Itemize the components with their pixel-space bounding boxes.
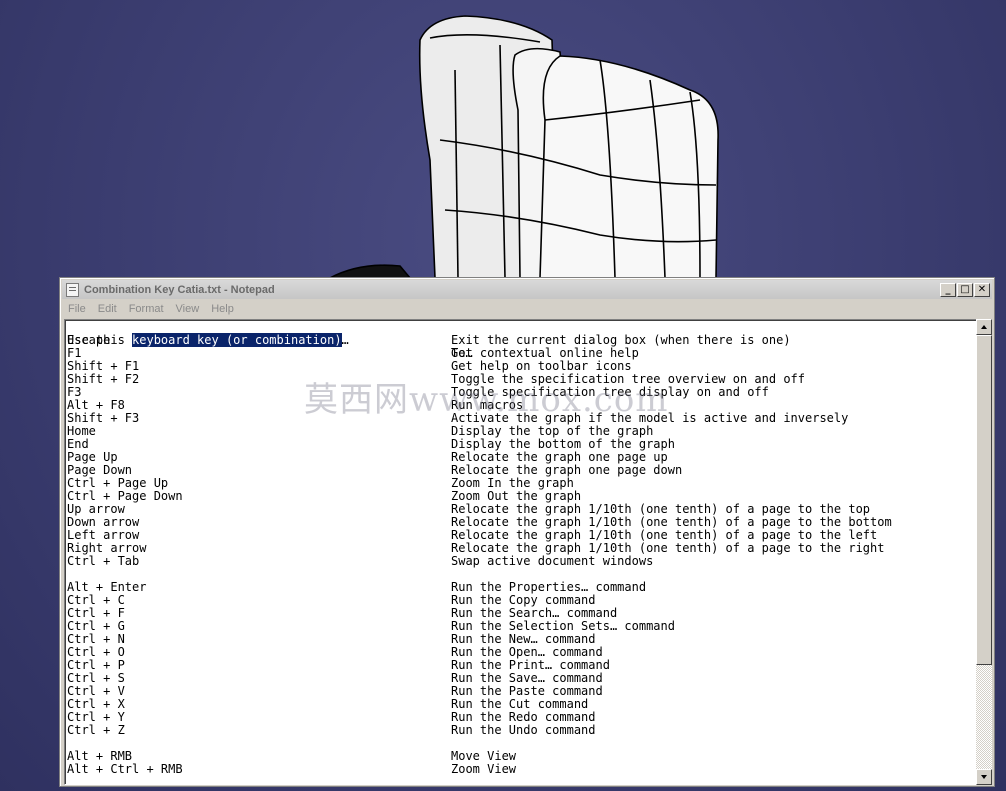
shortcut-key: Ctrl + Tab bbox=[67, 554, 140, 568]
catia-3d-viewport[interactable] bbox=[0, 0, 1006, 300]
seat-back-3d-model bbox=[329, 15, 719, 279]
menu-edit[interactable]: Edit bbox=[98, 303, 117, 315]
menu-bar: File Edit Format View Help bbox=[62, 300, 992, 318]
text-line: Ctrl + Z Run the Undo command bbox=[67, 724, 977, 737]
arrow-up-icon bbox=[981, 325, 987, 329]
window-title: Combination Key Catia.txt - Notepad bbox=[84, 283, 275, 296]
shortcut-description: Zoom View bbox=[451, 762, 517, 776]
shortcut-description: Run the Undo command bbox=[451, 723, 596, 737]
shortcut-key: Alt + Ctrl + RMB bbox=[67, 762, 183, 776]
text-line: Ctrl + Tab Swap active document windows bbox=[67, 555, 977, 568]
text-line: Alt + RMB Move View bbox=[67, 750, 977, 763]
shortcut-key: Ctrl + Z bbox=[67, 723, 125, 737]
window-controls: _ □ ✕ bbox=[940, 282, 990, 297]
notepad-app-icon[interactable] bbox=[66, 282, 79, 297]
arrow-down-icon bbox=[981, 775, 987, 779]
text-line: Alt + Ctrl + RMB Zoom View bbox=[67, 763, 977, 776]
shortcut-description: Swap active document windows bbox=[451, 554, 654, 568]
vertical-scrollbar[interactable] bbox=[976, 319, 992, 785]
maximize-button[interactable]: □ bbox=[957, 282, 973, 297]
scroll-up-button[interactable] bbox=[976, 319, 992, 335]
menu-view[interactable]: View bbox=[176, 303, 200, 315]
close-button[interactable]: ✕ bbox=[974, 282, 990, 297]
text-line bbox=[67, 737, 977, 750]
scroll-down-button[interactable] bbox=[976, 769, 992, 785]
notepad-window[interactable]: Combination Key Catia.txt - Notepad _ □ … bbox=[59, 277, 995, 787]
minimize-button[interactable]: _ bbox=[940, 282, 956, 297]
menu-format[interactable]: Format bbox=[129, 303, 164, 315]
watermark: 莫西网www.mox.com bbox=[304, 380, 669, 420]
scroll-thumb[interactable] bbox=[976, 335, 992, 665]
title-bar[interactable]: Combination Key Catia.txt - Notepad _ □ … bbox=[62, 280, 992, 299]
menu-help[interactable]: Help bbox=[211, 303, 234, 315]
menu-file[interactable]: File bbox=[68, 303, 86, 315]
